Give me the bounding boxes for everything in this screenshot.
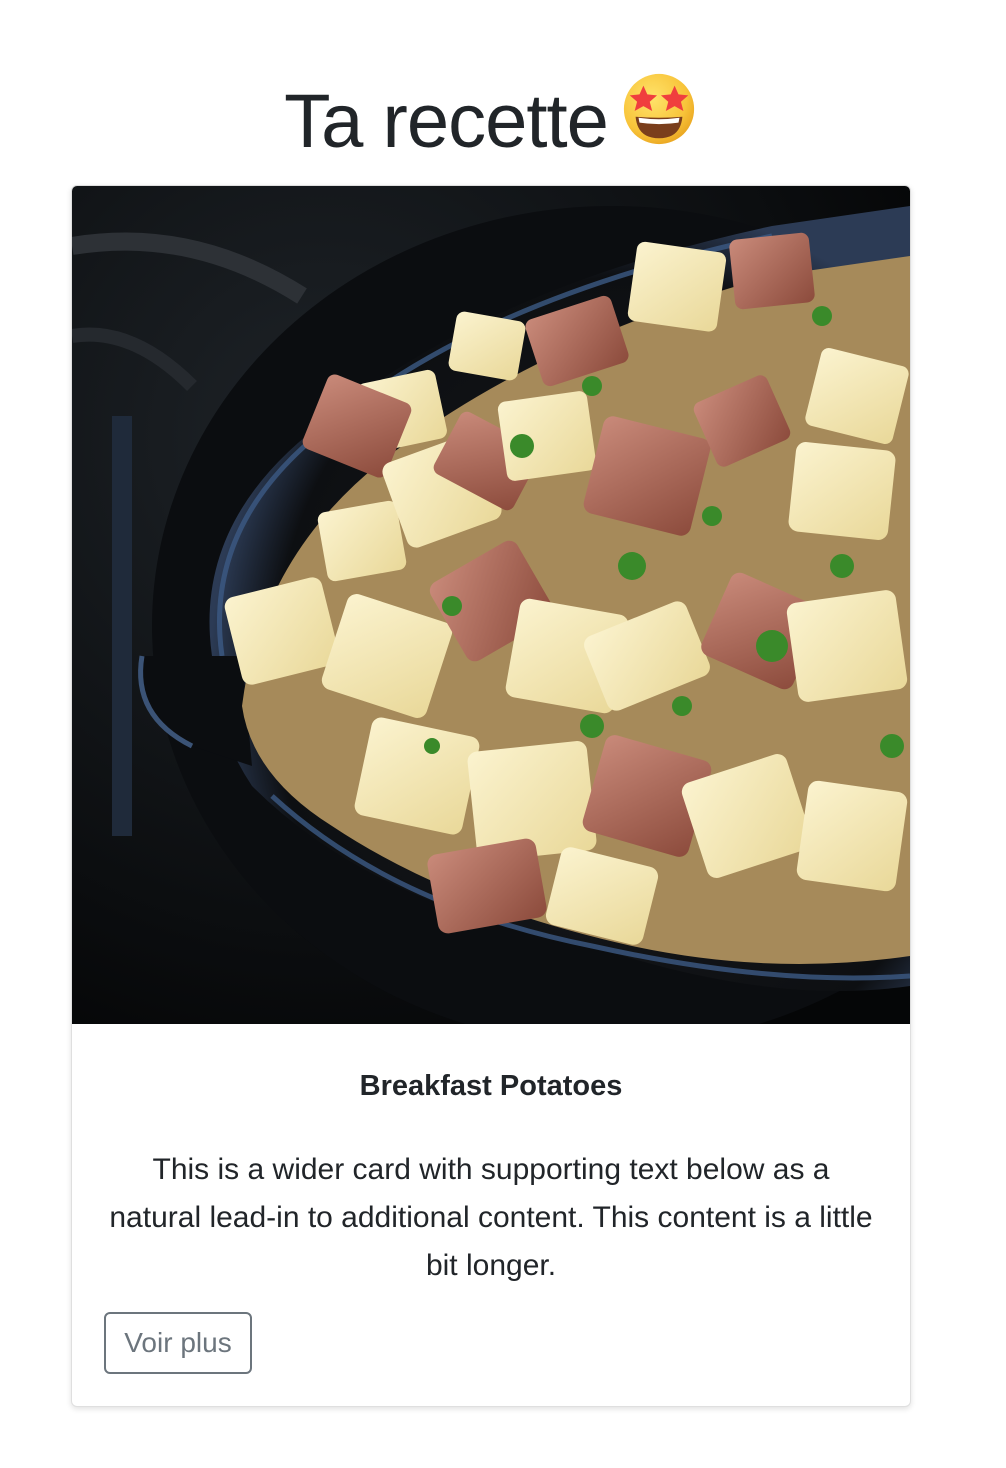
star-struck-emoji-icon bbox=[620, 70, 698, 171]
page-title-text: Ta recette bbox=[284, 79, 609, 164]
page-title: Ta recette bbox=[0, 74, 982, 177]
recipe-card: Breakfast Potatoes This is a wider card … bbox=[71, 185, 911, 1407]
page: Ta recette Breakfast Potatoes This is a … bbox=[0, 0, 1006, 1468]
voir-plus-button[interactable]: Voir plus bbox=[104, 1312, 252, 1374]
card-body: Breakfast Potatoes This is a wider card … bbox=[72, 1068, 910, 1290]
card-title: Breakfast Potatoes bbox=[359, 1070, 623, 1102]
card-text: This is a wider card with supporting tex… bbox=[109, 1153, 873, 1282]
recipe-image bbox=[72, 186, 910, 1024]
